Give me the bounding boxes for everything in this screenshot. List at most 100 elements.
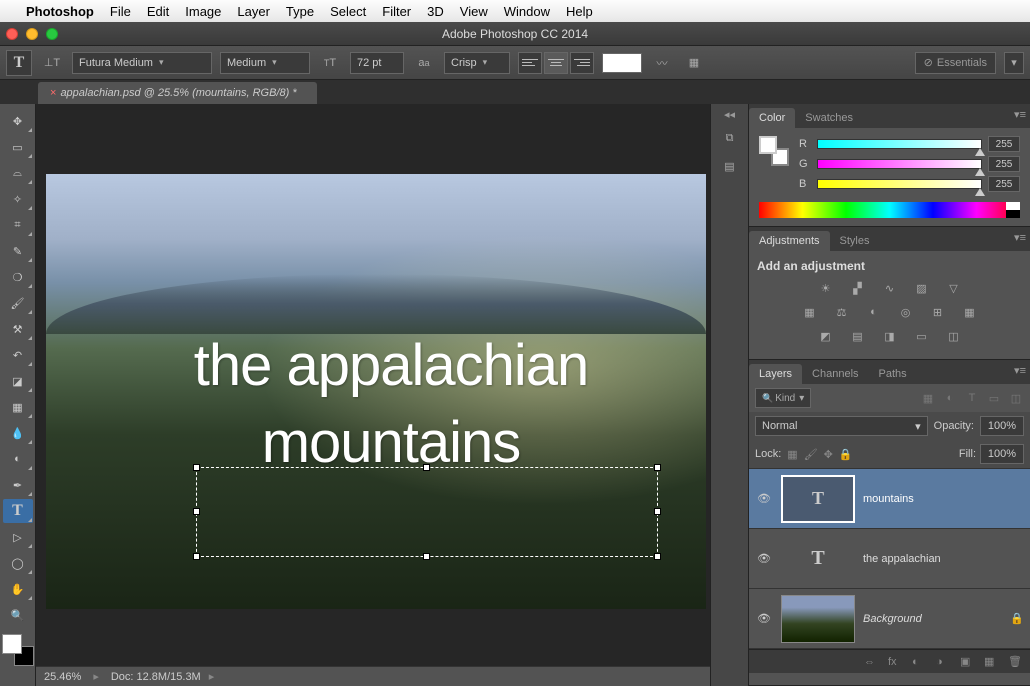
warp-text-icon[interactable]: 〰 (650, 51, 674, 75)
foreground-color-swatch[interactable] (2, 634, 22, 654)
lock-all-icon[interactable]: 🔒 (839, 448, 853, 461)
color-balance-icon[interactable]: ⚖ (831, 303, 853, 321)
menu-file[interactable]: File (110, 4, 131, 19)
clone-stamp-tool[interactable]: ⚒ (3, 317, 33, 341)
resize-handle[interactable] (193, 464, 200, 471)
blur-tool[interactable]: 💧 (3, 421, 33, 445)
menu-3d[interactable]: 3D (427, 4, 444, 19)
resize-handle[interactable] (423, 553, 430, 560)
b-slider[interactable] (817, 179, 982, 189)
lock-transparency-icon[interactable]: ▦ (787, 448, 797, 461)
lock-position-icon[interactable]: ✥ (824, 448, 833, 461)
tab-channels[interactable]: Channels (802, 364, 868, 384)
filter-adjust-icon[interactable]: ◐ (942, 390, 958, 406)
magic-wand-tool[interactable]: ✧ (3, 187, 33, 211)
visibility-icon[interactable]: 👁 (755, 492, 773, 505)
type-tool[interactable]: T (3, 499, 33, 523)
resize-handle[interactable] (654, 553, 661, 560)
tab-color[interactable]: Color (749, 108, 795, 128)
layer-mask-icon[interactable]: ◐ (912, 656, 928, 668)
menu-filter[interactable]: Filter (382, 4, 411, 19)
eyedropper-tool[interactable]: ✎ (3, 239, 33, 263)
font-size-input[interactable]: 72 pt (350, 52, 404, 74)
photo-filter-icon[interactable]: ◎ (895, 303, 917, 321)
filter-pixel-icon[interactable]: ▦ (920, 390, 936, 406)
text-orientation-icon[interactable]: ⊥T (40, 51, 64, 75)
visibility-icon[interactable]: 👁 (755, 552, 773, 565)
history-panel-icon[interactable]: ⧉ (716, 126, 744, 150)
text-color-swatch[interactable] (602, 53, 642, 73)
layer-name[interactable]: mountains (863, 493, 914, 505)
g-slider[interactable] (817, 159, 982, 169)
filter-shape-icon[interactable]: ▭ (986, 390, 1002, 406)
threshold-icon[interactable]: ◨ (879, 327, 901, 345)
color-lookup-icon[interactable]: ▦ (959, 303, 981, 321)
brightness-icon[interactable]: ☀ (815, 279, 837, 297)
menu-window[interactable]: Window (504, 4, 550, 19)
color-panel-fgbg[interactable] (759, 136, 789, 166)
font-family-dropdown[interactable]: Futura Medium (72, 52, 212, 74)
layer-row[interactable]: 👁 T the appalachian (749, 529, 1030, 589)
align-center-button[interactable] (544, 52, 568, 74)
align-left-button[interactable] (518, 52, 542, 74)
menu-image[interactable]: Image (185, 4, 221, 19)
layer-fx-icon[interactable]: fx (888, 656, 904, 668)
menu-help[interactable]: Help (566, 4, 593, 19)
layer-thumbnail[interactable]: T (781, 475, 855, 523)
hand-tool[interactable]: ✋ (3, 577, 33, 601)
opacity-input[interactable]: 100% (980, 416, 1024, 436)
fill-input[interactable]: 100% (980, 444, 1024, 464)
pen-tool[interactable]: ✒ (3, 473, 33, 497)
panel-menu-icon[interactable]: ▾≡ (1014, 231, 1026, 244)
b-value[interactable]: 255 (988, 176, 1020, 192)
selective-color-icon[interactable]: ◫ (943, 327, 965, 345)
character-panel-icon[interactable]: ▦ (682, 51, 706, 75)
path-selection-tool[interactable]: ▷ (3, 525, 33, 549)
history-brush-tool[interactable]: ↶ (3, 343, 33, 367)
tab-swatches[interactable]: Swatches (795, 108, 863, 128)
tab-layers[interactable]: Layers (749, 364, 802, 384)
resize-handle[interactable] (193, 553, 200, 560)
visibility-icon[interactable]: 👁 (755, 612, 773, 625)
layer-name[interactable]: Background (863, 613, 922, 625)
document-tab[interactable]: × appalachian.psd @ 25.5% (mountains, RG… (38, 82, 317, 104)
zoom-level[interactable]: 25.46% (44, 671, 81, 683)
filter-smart-icon[interactable]: ◫ (1008, 390, 1024, 406)
adjustment-layer-icon[interactable]: ◑ (936, 656, 952, 668)
layer-name[interactable]: the appalachian (863, 553, 941, 565)
shape-tool[interactable]: ◯ (3, 551, 33, 575)
invert-icon[interactable]: ◩ (815, 327, 837, 345)
bw-icon[interactable]: ◐ (863, 303, 885, 321)
healing-brush-tool[interactable]: ❍ (3, 265, 33, 289)
layer-thumbnail[interactable] (781, 595, 855, 643)
blend-mode-dropdown[interactable]: Normal (755, 416, 928, 436)
delete-layer-icon[interactable]: 🗑 (1008, 655, 1024, 668)
app-menu[interactable]: Photoshop (26, 4, 94, 19)
marquee-tool[interactable]: ▭ (3, 135, 33, 159)
lasso-tool[interactable]: ⌓ (3, 161, 33, 185)
r-value[interactable]: 255 (988, 136, 1020, 152)
menu-layer[interactable]: Layer (237, 4, 270, 19)
workspace-dropdown[interactable]: Essentials (915, 52, 996, 74)
filter-type-icon[interactable]: T (964, 390, 980, 406)
eraser-tool[interactable]: ◪ (3, 369, 33, 393)
panel-menu-icon[interactable]: ▾≡ (1014, 108, 1026, 121)
layer-row[interactable]: 👁 Background 🔒 (749, 589, 1030, 649)
r-slider[interactable] (817, 139, 982, 149)
group-icon[interactable]: ▣ (960, 655, 976, 668)
resize-handle[interactable] (654, 464, 661, 471)
brush-tool[interactable]: 🖌 (3, 291, 33, 315)
move-tool[interactable]: ✥ (3, 109, 33, 133)
canvas-text-layer-2[interactable]: mountains (96, 409, 686, 476)
document-canvas[interactable]: the appalachian mountains (46, 174, 706, 609)
tab-paths[interactable]: Paths (869, 364, 917, 384)
resize-handle[interactable] (423, 464, 430, 471)
color-spectrum[interactable] (759, 202, 1020, 218)
posterize-icon[interactable]: ▤ (847, 327, 869, 345)
menu-edit[interactable]: Edit (147, 4, 169, 19)
workspace-menu-icon[interactable]: ▾ (1004, 52, 1024, 74)
g-value[interactable]: 255 (988, 156, 1020, 172)
hue-sat-icon[interactable]: ▦ (799, 303, 821, 321)
vibrance-icon[interactable]: ▽ (943, 279, 965, 297)
status-chevron-icon[interactable]: ▸ (209, 670, 215, 683)
